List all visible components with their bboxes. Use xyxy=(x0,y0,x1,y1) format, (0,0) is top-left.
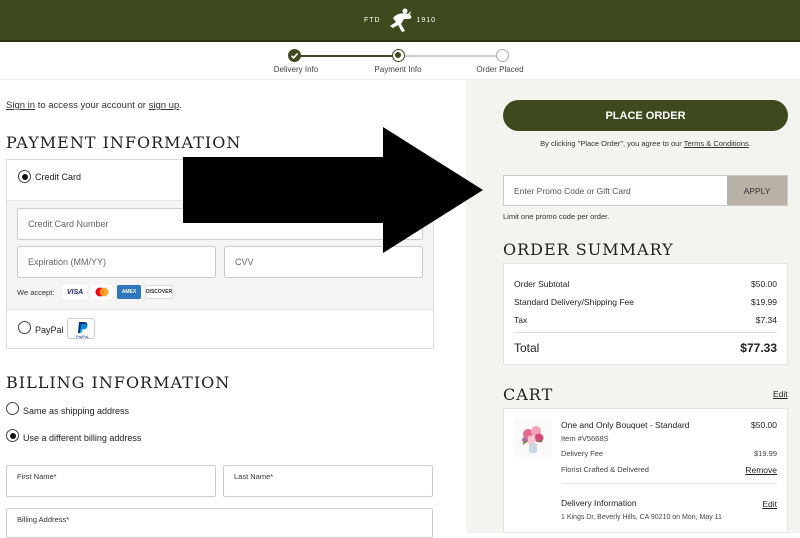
cart-divider xyxy=(561,483,777,484)
progress-line-pending xyxy=(398,55,502,57)
checkout-progress: Delivery Info Payment Info Order Placed xyxy=(0,44,800,80)
summary-row-label: Order Subtotal xyxy=(514,279,570,289)
terms-suffix: . xyxy=(748,139,751,148)
delivery-edit-link[interactable]: Edit xyxy=(762,499,777,509)
summary-row-subtotal: Order Subtotal $50.00 xyxy=(514,279,777,289)
first-name-label: First Name* xyxy=(17,472,57,481)
mercury-man-logo-icon xyxy=(390,8,412,32)
annotation-arrow-icon xyxy=(183,127,483,253)
cart-item-price: $50.00 xyxy=(751,420,777,430)
logo-year-text: 1910 xyxy=(416,17,436,24)
sign-in-link[interactable]: Sign in xyxy=(6,100,35,111)
apply-promo-button[interactable]: APPLY xyxy=(727,176,787,205)
same-as-shipping-radio[interactable] xyxy=(6,402,19,415)
amex-icon: AMEX xyxy=(117,285,141,299)
different-billing-radio[interactable] xyxy=(6,429,19,442)
paypal-icon: PayPal xyxy=(76,322,89,339)
we-accept-label: We accept: xyxy=(17,288,55,297)
delivery-info-label: Delivery Information xyxy=(561,498,637,508)
summary-row-tax: Tax $7.34 xyxy=(514,315,777,325)
paypal-label: PayPal xyxy=(35,325,64,335)
mastercard-icon xyxy=(91,285,113,299)
step-delivery-info[interactable] xyxy=(288,49,301,62)
remove-item-link[interactable]: Remove xyxy=(745,465,777,475)
promo-code-input[interactable] xyxy=(504,176,728,205)
cart-item-name: One and Only Bouquet - Standard xyxy=(561,420,690,430)
summary-row-value: $19.99 xyxy=(751,297,777,307)
cart-edit-link[interactable]: Edit xyxy=(773,389,788,399)
summary-divider xyxy=(514,332,777,333)
order-summary-box: Order Subtotal $50.00 Standard Delivery/… xyxy=(503,263,788,365)
brand-logo[interactable]: FTD 1910 xyxy=(360,6,440,36)
summary-total-row: Total $77.33 xyxy=(514,341,777,355)
terms-link[interactable]: Terms & Conditions xyxy=(684,139,749,148)
total-value: $77.33 xyxy=(740,341,777,355)
signin-end-text: . xyxy=(179,100,182,111)
step-label-order-placed: Order Placed xyxy=(476,65,524,74)
order-summary-title: ORDER SUMMARY xyxy=(503,240,674,259)
delivery-fee-label: Delivery Fee xyxy=(561,449,604,458)
visa-icon: VISA xyxy=(63,285,87,299)
sign-up-link[interactable]: sign up xyxy=(149,100,180,111)
progress-line-complete xyxy=(294,55,398,57)
billing-info-title: BILLING INFORMATION xyxy=(6,373,231,392)
svg-text:PayPal: PayPal xyxy=(76,334,89,339)
step-payment-info xyxy=(392,49,405,62)
terms-notice: By clicking "Place Order", you agree to … xyxy=(503,139,788,148)
last-name-field[interactable]: Last Name* xyxy=(223,465,433,497)
promo-limit-note: Limit one promo code per order. xyxy=(503,212,610,221)
site-header: FTD 1910 xyxy=(0,0,800,42)
cart-box: One and Only Bouquet - Standard $50.00 I… xyxy=(503,408,788,533)
logo-est-text: FTD xyxy=(364,17,381,24)
paypal-badge: PayPal xyxy=(67,318,95,339)
place-order-button[interactable]: PLACE ORDER xyxy=(503,100,788,131)
paypal-radio[interactable] xyxy=(18,321,31,334)
current-step-dot xyxy=(395,52,401,58)
delivery-fee-value: $19.99 xyxy=(754,449,777,458)
cart-title: CART xyxy=(503,385,554,404)
summary-row-label: Tax xyxy=(514,315,528,325)
accepted-cards: VISA AMEX DISCOVER xyxy=(63,285,173,299)
first-name-field[interactable]: First Name* xyxy=(6,465,216,497)
last-name-label: Last Name* xyxy=(234,472,274,481)
step-label-payment: Payment Info xyxy=(374,65,422,74)
credit-card-radio[interactable] xyxy=(18,170,31,183)
bouquet-image-icon xyxy=(522,426,544,453)
summary-row-value: $7.34 xyxy=(755,315,777,325)
cart-item-sku: Item #V5668S xyxy=(561,434,609,443)
billing-address-field[interactable]: Billing Address* xyxy=(6,508,433,538)
summary-row-shipping: Standard Delivery/Shipping Fee $19.99 xyxy=(514,297,777,307)
discover-icon: DISCOVER xyxy=(145,285,173,299)
signin-mid-text: to access your account or xyxy=(35,100,149,111)
florist-crafted-label: Florist Crafted & Delivered xyxy=(561,465,649,474)
summary-row-label: Standard Delivery/Shipping Fee xyxy=(514,297,635,307)
credit-card-label: Credit Card xyxy=(35,172,82,182)
terms-prefix: By clicking "Place Order", you agree to … xyxy=(540,139,684,148)
checkmark-icon xyxy=(290,52,299,59)
signin-prompt: Sign in to access your account or sign u… xyxy=(6,100,182,111)
bouquet-thumbnail xyxy=(514,419,552,457)
step-label-delivery: Delivery Info xyxy=(273,65,319,74)
summary-row-value: $50.00 xyxy=(751,279,777,289)
delivery-address: 1 Kings Dr, Beverly Hills, CA 90210 on M… xyxy=(561,514,722,521)
promo-code-form: APPLY xyxy=(503,175,788,206)
step-order-placed xyxy=(496,49,509,62)
same-as-shipping-label: Same as shipping address xyxy=(23,406,130,416)
billing-address-label: Billing Address* xyxy=(17,515,70,524)
total-label: Total xyxy=(514,341,540,355)
different-billing-label: Use a different billing address xyxy=(23,433,142,443)
